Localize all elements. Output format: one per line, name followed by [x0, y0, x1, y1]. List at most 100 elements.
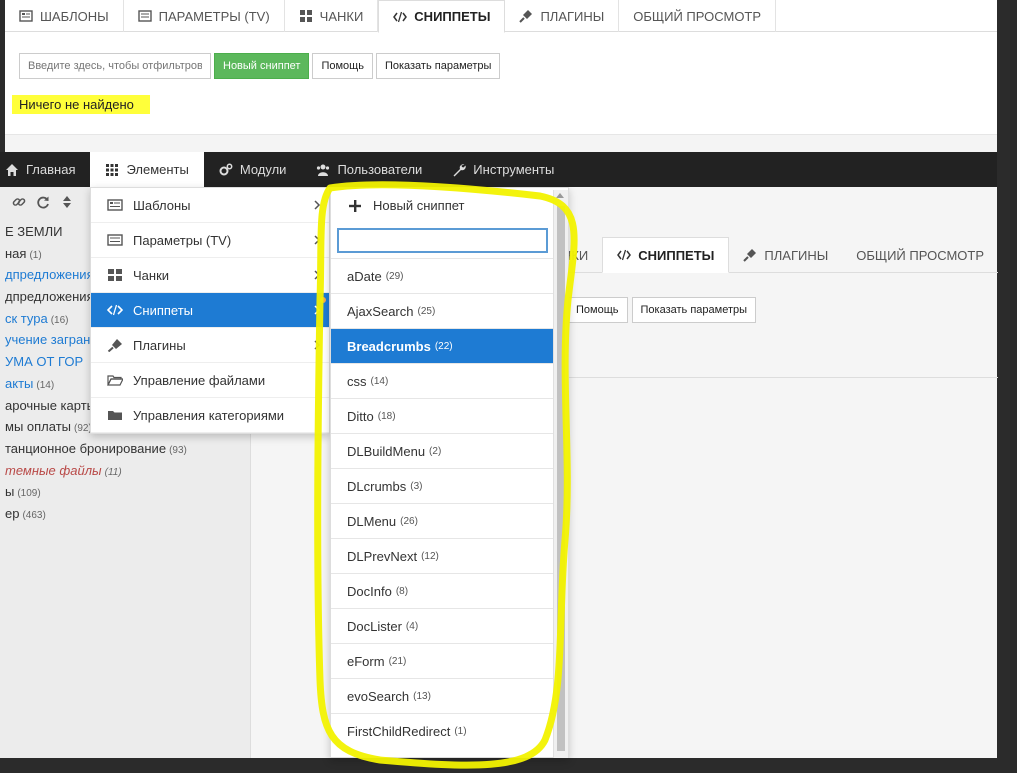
scroll-thumb[interactable] — [557, 206, 565, 751]
tab-label: ПАРАМЕТРЫ (TV) — [158, 8, 270, 24]
tree-item-count: (463) — [22, 509, 46, 521]
top-tab-bar: ШАБЛОНЫ ПАРАМЕТРЫ (TV) ЧАНКИ СНИППЕТЫ ПЛ… — [5, 0, 997, 33]
snippet-item[interactable]: DLBuildMenu (2) — [331, 433, 554, 468]
tree-item[interactable]: темные файлы (11) — [5, 460, 187, 482]
scroll-up-arrow[interactable] — [556, 193, 564, 198]
menu-item-folder-open[interactable]: Управление файлами — [91, 363, 329, 398]
menu-item-tv-params[interactable]: Параметры (TV) — [91, 223, 329, 258]
snippet-name: Breadcrumbs — [347, 338, 431, 354]
tree-item[interactable]: ер (463) — [5, 503, 187, 525]
sort-icon[interactable] — [60, 195, 74, 209]
new-snippet-menu-item[interactable]: Новый сниппет — [331, 188, 568, 223]
tree-item-label: Е ЗЕМЛИ — [5, 224, 63, 239]
nav-home[interactable]: Главная — [0, 152, 90, 187]
templates-icon — [107, 199, 123, 211]
menu-item-templates[interactable]: Шаблоны — [91, 188, 329, 223]
tv-params-icon — [107, 234, 123, 246]
new-snippet-button[interactable]: Новый сниппет — [214, 53, 310, 79]
snippet-scrollbar[interactable] — [553, 190, 568, 758]
menu-item-label: Шаблоны — [133, 197, 191, 213]
tab-plugins[interactable]: ПЛАГИНЫ — [505, 0, 620, 32]
tree-item-label: ная — [5, 245, 27, 261]
tab-label: ЧАНКИ — [319, 8, 364, 24]
snippet-id: (2) — [429, 445, 442, 457]
snippet-name: DLBuildMenu — [347, 443, 426, 459]
link-icon[interactable] — [12, 195, 26, 209]
tree-item-label: ск тура — [5, 310, 48, 326]
snippet-name: DLMenu — [347, 513, 397, 529]
snippet-item[interactable]: aDate (29) — [331, 258, 554, 293]
tree-item-count: (14) — [36, 379, 55, 391]
snippet-name: evoSearch — [347, 688, 410, 704]
tree-item-label: ер — [5, 505, 20, 521]
tree-item-label: УМА ОТ ГОР — [5, 354, 84, 370]
help-button[interactable]: Помощь — [567, 297, 628, 323]
menu-item-folder[interactable]: Управления категориями — [91, 398, 329, 433]
tree-item-label: акты — [5, 375, 34, 391]
snippet-item[interactable]: DLPrevNext (12) — [331, 538, 554, 573]
code-icon — [107, 304, 123, 316]
tab-label: СНИППЕТЫ — [414, 9, 491, 24]
snippet-item[interactable]: eForm (21) — [331, 643, 554, 678]
menu-item-code[interactable]: Сниппеты — [91, 293, 329, 328]
snippet-item[interactable]: DocLister (4) — [331, 608, 554, 643]
tree-item[interactable]: ы (109) — [5, 481, 187, 503]
snippet-name: DocInfo — [347, 583, 392, 599]
snippet-item[interactable]: Ditto (18) — [331, 398, 554, 433]
snippet-name: DocLister — [347, 618, 402, 634]
nav-label: Пользователи — [337, 162, 423, 177]
tab-templates[interactable]: ШАБЛОНЫ — [5, 0, 124, 32]
snippet-id: (4) — [405, 620, 419, 632]
snippet-item[interactable]: DocInfo (8) — [331, 573, 554, 608]
snippet-filter-input[interactable] — [337, 228, 548, 253]
menu-item-chunks[interactable]: Чанки — [91, 258, 329, 293]
show-params-button[interactable]: Показать параметры — [631, 297, 757, 323]
help-button[interactable]: Помощь — [312, 53, 373, 79]
snippet-item[interactable]: DLcrumbs (3) — [331, 468, 554, 503]
tv-params-icon — [137, 10, 152, 22]
snippet-id: (3) — [410, 480, 423, 492]
tree-item-label: танционное бронирование — [5, 440, 167, 456]
refresh-icon[interactable] — [36, 195, 50, 209]
tab-plugins[interactable]: ПЛАГИНЫ — [729, 237, 842, 273]
tab-label: ШАБЛОНЫ — [40, 8, 109, 24]
snippet-id: (18) — [377, 410, 396, 422]
snippet-item[interactable]: DLMenu (26) — [331, 503, 554, 538]
snippet-item[interactable]: AjaxSearch (25) — [331, 293, 554, 328]
snippet-item[interactable]: Breadcrumbs (22) — [331, 328, 554, 363]
menu-item-plug[interactable]: Плагины — [91, 328, 329, 363]
snippet-name: eForm — [347, 653, 385, 669]
nav-modules[interactable]: Модули — [204, 152, 302, 187]
tab-chunks[interactable]: ЧАНКИ — [285, 0, 379, 32]
chevron-right-icon — [314, 340, 321, 350]
nav-elements[interactable]: Элементы — [90, 152, 204, 187]
show-params-button[interactable]: Показать параметры — [375, 53, 501, 79]
tab-snippets[interactable]: СНИППЕТЫ — [602, 237, 730, 273]
snippet-id: (1) — [454, 725, 467, 737]
nav-users[interactable]: Пользователи — [301, 152, 437, 187]
code-icon — [617, 249, 632, 261]
tree-item-count: (11) — [104, 466, 122, 478]
menu-item-label: Плагины — [133, 337, 186, 353]
tree-item-label: мы оплаты — [5, 419, 71, 435]
tree-item-count: (93) — [169, 444, 187, 456]
new-snippet-label: Новый сниппет — [373, 198, 465, 213]
snippet-name: aDate — [347, 268, 382, 284]
filter-input[interactable] — [19, 53, 211, 79]
snippet-id: (12) — [421, 550, 439, 562]
content-toolbar: Помощь Показать параметры — [567, 297, 757, 323]
tab-tv-params[interactable]: ПАРАМЕТРЫ (TV) — [124, 0, 285, 32]
nav-label: Инструменты — [473, 162, 555, 177]
plug-icon — [743, 249, 757, 262]
tab-overview[interactable]: ОБЩИЙ ПРОСМОТР — [842, 237, 998, 273]
tab-label: ПЛАГИНЫ — [764, 247, 829, 263]
snippet-item[interactable]: FirstChildRedirect (1) — [331, 713, 554, 748]
snippet-item[interactable]: evoSearch (13) — [331, 678, 554, 713]
nav-tools[interactable]: Инструменты — [437, 152, 569, 187]
chevron-right-icon — [314, 235, 321, 245]
tab-overview[interactable]: ОБЩИЙ ПРОСМОТР — [619, 0, 777, 32]
main-navbar: Главная Элементы Модули Пользователи Инс… — [0, 152, 997, 187]
tab-snippets[interactable]: СНИППЕТЫ — [378, 0, 506, 33]
tree-item[interactable]: танционное бронирование (93) — [5, 438, 187, 460]
snippet-item[interactable]: css (14) — [331, 363, 554, 398]
